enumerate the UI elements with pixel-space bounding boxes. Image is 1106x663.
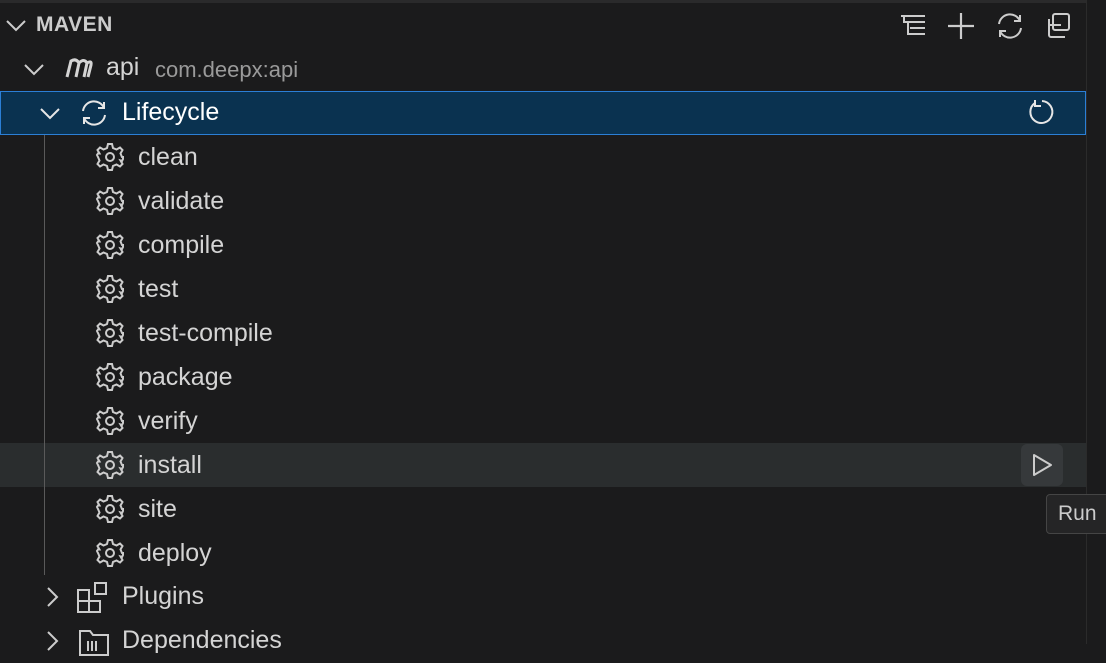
extensions-icon	[77, 582, 107, 613]
gear-icon	[95, 230, 125, 265]
indent-guide	[44, 135, 45, 575]
goal-item-package[interactable]: package	[0, 355, 1086, 399]
goal-item-validate[interactable]: validate	[0, 179, 1086, 223]
goal-label: test	[138, 275, 179, 303]
refresh-icon[interactable]	[1026, 97, 1058, 129]
goal-label: compile	[138, 231, 225, 259]
gear-icon	[95, 142, 125, 177]
goal-item-verify[interactable]: verify	[0, 399, 1086, 443]
gear-icon	[95, 406, 125, 441]
goal-label: package	[138, 363, 233, 391]
goal-label: install	[138, 451, 202, 479]
goal-label: validate	[138, 187, 225, 215]
gear-icon	[95, 274, 125, 309]
chevron-down-icon[interactable]	[38, 101, 62, 125]
goal-label: clean	[138, 143, 198, 171]
run-tooltip: Run	[1046, 494, 1106, 534]
library-icon	[79, 630, 109, 656]
gear-icon	[95, 450, 125, 485]
tree-item-lifecycle[interactable]: Lifecycle	[0, 91, 1086, 135]
goal-item-test[interactable]: test	[0, 267, 1086, 311]
collapse-all-icon[interactable]	[1044, 11, 1074, 41]
maven-icon	[65, 58, 93, 78]
project-artifact: com.deepx:api	[155, 57, 299, 82]
chevron-right-icon[interactable]	[40, 629, 64, 653]
goal-label: deploy	[138, 539, 212, 567]
goal-label: verify	[138, 407, 198, 435]
gear-icon	[95, 186, 125, 221]
lifecycle-label: Lifecycle	[122, 98, 220, 126]
goal-item-site[interactable]: site	[0, 487, 1086, 531]
play-icon[interactable]	[1030, 452, 1054, 478]
dependencies-label: Dependencies	[122, 626, 282, 654]
chevron-down-icon[interactable]	[22, 57, 46, 81]
tree-item-dependencies[interactable]: Dependencies	[0, 619, 1086, 663]
gear-icon	[95, 494, 125, 529]
tree-view-icon[interactable]	[898, 11, 928, 41]
goal-item-deploy[interactable]: deploy	[0, 531, 1086, 575]
goal-item-test-compile[interactable]: test-compile	[0, 311, 1086, 355]
chevron-down-icon[interactable]	[4, 13, 28, 37]
goal-item-install[interactable]: install	[0, 443, 1086, 487]
goal-item-clean[interactable]: clean	[0, 135, 1086, 179]
plugins-label: Plugins	[122, 582, 204, 610]
chevron-right-icon[interactable]	[40, 585, 64, 609]
tree-item-project-api[interactable]: api com.deepx:api	[0, 47, 1086, 91]
goal-label: site	[138, 495, 177, 523]
run-button[interactable]	[1021, 444, 1063, 486]
maven-explorer-panel: MAVEN api com.deepx:api Lifecycle clean …	[0, 0, 1086, 656]
tree-item-plugins[interactable]: Plugins	[0, 575, 1086, 619]
section-title: MAVEN	[36, 13, 113, 36]
gear-icon	[95, 318, 125, 353]
gear-icon	[95, 362, 125, 397]
sync-icon	[82, 100, 106, 126]
gear-icon	[95, 538, 125, 573]
add-icon[interactable]	[946, 11, 976, 41]
project-name: api	[106, 53, 140, 81]
goal-label: test-compile	[138, 319, 273, 347]
maven-section-header[interactable]: MAVEN	[0, 3, 1086, 47]
goal-item-compile[interactable]: compile	[0, 223, 1086, 267]
scrollbar-track[interactable]	[1086, 0, 1106, 644]
refresh-icon[interactable]	[994, 11, 1026, 41]
